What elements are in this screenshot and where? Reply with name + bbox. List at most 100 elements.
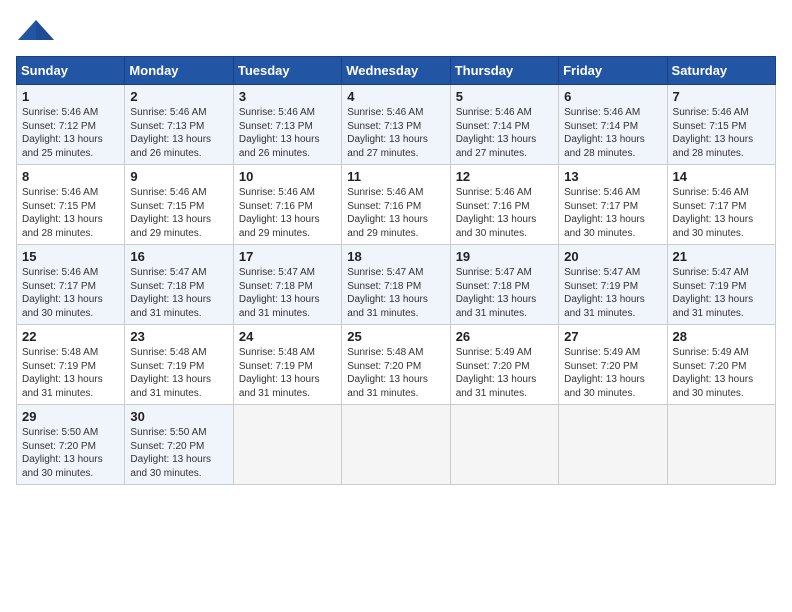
day-info: Sunrise: 5:46 AMSunset: 7:16 PMDaylight:… — [456, 186, 553, 240]
calendar-cell-1-5: 6Sunrise: 5:46 AMSunset: 7:14 PMDaylight… — [559, 85, 667, 165]
day-number: 25 — [347, 329, 444, 344]
calendar-cell-3-1: 16 Sunrise: 5:47 AMSunset: 7:18 PMDayligh… — [125, 245, 233, 325]
day-info: Sunrise: 5:49 AMSunset: 7:20 PMDaylight:… — [564, 346, 661, 400]
day-number: 30 — [130, 409, 227, 424]
calendar-cell-5-5 — [559, 405, 667, 485]
day-info: Sunrise: 5:46 AMSunset: 7:17 PMDaylight:… — [22, 266, 119, 320]
day-info: Sunrise: 5:46 AMSunset: 7:13 PMDaylight:… — [347, 106, 444, 160]
day-number: 19 — [456, 249, 553, 264]
day-number: 10 — [239, 169, 336, 184]
day-number: 9 — [130, 169, 227, 184]
calendar-cell-3-6: 21 Sunrise: 5:47 AMSunset: 7:19 PMDayligh… — [667, 245, 775, 325]
calendar-cell-5-4 — [450, 405, 558, 485]
calendar-cell-3-0: 15 Sunrise: 5:46 AMSunset: 7:17 PMDayligh… — [17, 245, 125, 325]
calendar-cell-2-6: 14 Sunrise: 5:46 AMSunset: 7:17 PMDayligh… — [667, 165, 775, 245]
week-row-5: 29 Sunrise: 5:50 AMSunset: 7:20 PMDayligh… — [17, 405, 776, 485]
day-number: 27 — [564, 329, 661, 344]
day-info: Sunrise: 5:46 AMSunset: 7:15 PMDaylight:… — [22, 186, 119, 240]
day-number: 14 — [673, 169, 770, 184]
day-number: 18 — [347, 249, 444, 264]
calendar-header-row: SundayMondayTuesdayWednesdayThursdayFrid… — [17, 57, 776, 85]
page-header — [16, 16, 776, 44]
day-info: Sunrise: 5:46 AMSunset: 7:17 PMDaylight:… — [673, 186, 770, 240]
day-number: 24 — [239, 329, 336, 344]
day-info: Sunrise: 5:47 AMSunset: 7:19 PMDaylight:… — [673, 266, 770, 320]
day-info: Sunrise: 5:47 AMSunset: 7:18 PMDaylight:… — [130, 266, 227, 320]
header-sunday: Sunday — [17, 57, 125, 85]
calendar-cell-2-1: 9 Sunrise: 5:46 AMSunset: 7:15 PMDaylight… — [125, 165, 233, 245]
day-number: 1 — [22, 89, 119, 104]
day-info: Sunrise: 5:46 AMSunset: 7:14 PMDaylight:… — [456, 106, 553, 160]
calendar-cell-4-0: 22 Sunrise: 5:48 AMSunset: 7:19 PMDayligh… — [17, 325, 125, 405]
calendar-cell-4-1: 23 Sunrise: 5:48 AMSunset: 7:19 PMDayligh… — [125, 325, 233, 405]
calendar-cell-5-3 — [342, 405, 450, 485]
week-row-3: 15 Sunrise: 5:46 AMSunset: 7:17 PMDayligh… — [17, 245, 776, 325]
calendar-cell-5-6 — [667, 405, 775, 485]
day-number: 5 — [456, 89, 553, 104]
day-info: Sunrise: 5:46 AMSunset: 7:13 PMDaylight:… — [239, 106, 336, 160]
day-number: 20 — [564, 249, 661, 264]
calendar-cell-1-4: 5 Sunrise: 5:46 AMSunset: 7:14 PMDaylight… — [450, 85, 558, 165]
calendar-cell-5-1: 30 Sunrise: 5:50 AMSunset: 7:20 PMDayligh… — [125, 405, 233, 485]
calendar-cell-4-4: 26 Sunrise: 5:49 AMSunset: 7:20 PMDayligh… — [450, 325, 558, 405]
day-number: 29 — [22, 409, 119, 424]
logo — [16, 16, 62, 44]
calendar-cell-2-4: 12 Sunrise: 5:46 AMSunset: 7:16 PMDayligh… — [450, 165, 558, 245]
day-info: Sunrise: 5:47 AMSunset: 7:18 PMDaylight:… — [456, 266, 553, 320]
calendar-cell-2-2: 10Sunrise: 5:46 AMSunset: 7:16 PMDayligh… — [233, 165, 341, 245]
day-info: Sunrise: 5:48 AMSunset: 7:19 PMDaylight:… — [130, 346, 227, 400]
day-number: 4 — [347, 89, 444, 104]
calendar-cell-4-5: 27 Sunrise: 5:49 AMSunset: 7:20 PMDayligh… — [559, 325, 667, 405]
week-row-4: 22 Sunrise: 5:48 AMSunset: 7:19 PMDayligh… — [17, 325, 776, 405]
calendar-cell-5-2 — [233, 405, 341, 485]
calendar-cell-2-0: 8Sunrise: 5:46 AMSunset: 7:15 PMDaylight… — [17, 165, 125, 245]
day-number: 21 — [673, 249, 770, 264]
day-number: 16 — [130, 249, 227, 264]
calendar-cell-4-2: 24Sunrise: 5:48 AMSunset: 7:19 PMDayligh… — [233, 325, 341, 405]
day-number: 3 — [239, 89, 336, 104]
calendar-cell-5-0: 29 Sunrise: 5:50 AMSunset: 7:20 PMDayligh… — [17, 405, 125, 485]
day-info: Sunrise: 5:48 AMSunset: 7:20 PMDaylight:… — [347, 346, 444, 400]
header-monday: Monday — [125, 57, 233, 85]
calendar-cell-1-3: 4 Sunrise: 5:46 AMSunset: 7:13 PMDaylight… — [342, 85, 450, 165]
day-number: 2 — [130, 89, 227, 104]
day-info: Sunrise: 5:49 AMSunset: 7:20 PMDaylight:… — [456, 346, 553, 400]
day-number: 12 — [456, 169, 553, 184]
header-saturday: Saturday — [667, 57, 775, 85]
header-thursday: Thursday — [450, 57, 558, 85]
day-info: Sunrise: 5:46 AMSunset: 7:14 PMDaylight:… — [564, 106, 661, 160]
header-friday: Friday — [559, 57, 667, 85]
day-info: Sunrise: 5:50 AMSunset: 7:20 PMDaylight:… — [130, 426, 227, 480]
calendar-cell-3-3: 18 Sunrise: 5:47 AMSunset: 7:18 PMDayligh… — [342, 245, 450, 325]
day-number: 26 — [456, 329, 553, 344]
day-info: Sunrise: 5:46 AMSunset: 7:15 PMDaylight:… — [673, 106, 770, 160]
day-info: Sunrise: 5:46 AMSunset: 7:15 PMDaylight:… — [130, 186, 227, 240]
day-info: Sunrise: 5:50 AMSunset: 7:20 PMDaylight:… — [22, 426, 119, 480]
day-info: Sunrise: 5:48 AMSunset: 7:19 PMDaylight:… — [22, 346, 119, 400]
calendar-cell-1-1: 2Sunrise: 5:46 AMSunset: 7:13 PMDaylight… — [125, 85, 233, 165]
day-info: Sunrise: 5:47 AMSunset: 7:18 PMDaylight:… — [347, 266, 444, 320]
day-info: Sunrise: 5:47 AMSunset: 7:18 PMDaylight:… — [239, 266, 336, 320]
header-wednesday: Wednesday — [342, 57, 450, 85]
day-number: 22 — [22, 329, 119, 344]
logo-icon — [16, 16, 56, 44]
day-number: 28 — [673, 329, 770, 344]
calendar-table: SundayMondayTuesdayWednesdayThursdayFrid… — [16, 56, 776, 485]
header-tuesday: Tuesday — [233, 57, 341, 85]
calendar-cell-1-2: 3 Sunrise: 5:46 AMSunset: 7:13 PMDaylight… — [233, 85, 341, 165]
calendar-cell-3-5: 20 Sunrise: 5:47 AMSunset: 7:19 PMDayligh… — [559, 245, 667, 325]
day-number: 23 — [130, 329, 227, 344]
calendar-cell-3-2: 17Sunrise: 5:47 AMSunset: 7:18 PMDayligh… — [233, 245, 341, 325]
day-number: 13 — [564, 169, 661, 184]
day-info: Sunrise: 5:49 AMSunset: 7:20 PMDaylight:… — [673, 346, 770, 400]
calendar-cell-3-4: 19 Sunrise: 5:47 AMSunset: 7:18 PMDayligh… — [450, 245, 558, 325]
week-row-2: 8Sunrise: 5:46 AMSunset: 7:15 PMDaylight… — [17, 165, 776, 245]
week-row-1: 1 Sunrise: 5:46 AMSunset: 7:12 PMDaylight… — [17, 85, 776, 165]
day-number: 15 — [22, 249, 119, 264]
day-info: Sunrise: 5:47 AMSunset: 7:19 PMDaylight:… — [564, 266, 661, 320]
day-number: 7 — [673, 89, 770, 104]
day-info: Sunrise: 5:46 AMSunset: 7:12 PMDaylight:… — [22, 106, 119, 160]
calendar-cell-1-6: 7 Sunrise: 5:46 AMSunset: 7:15 PMDaylight… — [667, 85, 775, 165]
calendar-cell-4-3: 25 Sunrise: 5:48 AMSunset: 7:20 PMDayligh… — [342, 325, 450, 405]
day-number: 11 — [347, 169, 444, 184]
